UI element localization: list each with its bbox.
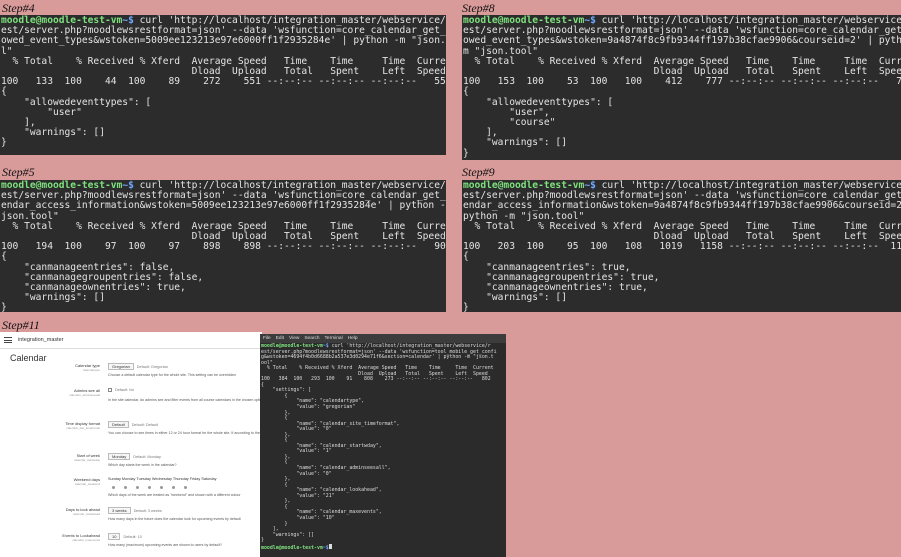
setting-row: Admins see all calendar_adminseesall Defau… <box>0 388 262 418</box>
output-line: "course" <box>463 117 556 129</box>
menu-item-file[interactable]: File <box>263 336 271 341</box>
setting-name: Days to look ahead calendar_lookahead <box>18 507 100 517</box>
menu-item-search[interactable]: Search <box>304 336 319 341</box>
step-11-label: Step#11 <box>2 318 40 332</box>
setting-select[interactable]: 10 <box>108 533 121 540</box>
setting-row: Weekend days calendar_weekend Sunday Monda… <box>0 477 262 507</box>
setting-key: calendar_site_timeformat <box>66 426 100 430</box>
setting-row: Time display format calendar_site_timefor… <box>0 421 262 451</box>
setting-key: calendar_maxevents <box>72 538 100 542</box>
setting-name: Admins see all calendar_adminseesall <box>18 388 100 398</box>
output-line: } <box>1 302 7 312</box>
setting-key: calendar_startwday <box>73 458 100 462</box>
setting-default: Default: 10 <box>123 534 142 539</box>
terminal-step-5[interactable]: moodle@moodle-test-vm~$ curl 'http://loc… <box>0 180 446 312</box>
step-5-label: Step#5 <box>2 165 35 179</box>
output-line: 100 203 100 95 100 108 1019 1158 --:--:-… <box>463 241 901 253</box>
setting-control: Sunday Monday Tuesday Wednesday Thursday… <box>108 477 217 481</box>
setting-default: Default: No <box>115 388 134 392</box>
setting-name: Calendar type calendartype <box>18 363 100 373</box>
setting-control: Monday Default: Monday <box>108 453 161 460</box>
setting-control: Default Default: Default <box>108 421 158 428</box>
setting-description: Which day starts the week in the calenda… <box>108 463 177 467</box>
setting-key: calendar_weekend <box>74 482 100 486</box>
menu-item-view[interactable]: View <box>289 336 299 341</box>
terminal-cursor <box>328 543 332 549</box>
setting-name: Events to Lookahead calendar_maxevents <box>18 533 100 543</box>
setting-key: calendar_adminseesall <box>69 393 100 397</box>
output-line: "warnings": [] <box>1 292 105 304</box>
weekday-checkboxes[interactable] <box>112 486 187 489</box>
terminal-step-4[interactable]: moodle@moodle-test-vm~$ curl 'http://loc… <box>0 15 446 155</box>
setting-row: Events to Lookahead calendar_maxevents 10 D… <box>0 533 262 557</box>
output-line: } <box>1 137 7 149</box>
setting-select[interactable]: Default <box>108 421 129 428</box>
terminal-step-8[interactable]: moodle@moodle-test-vm~$ curl 'http://loc… <box>462 15 901 160</box>
weekday-checkbox[interactable] <box>112 486 115 489</box>
setting-key: calendar_lookahead <box>72 512 100 516</box>
setting-description: How many (maximum) upcoming events are s… <box>108 543 223 547</box>
setting-default: Default: Gregorian <box>136 364 168 369</box>
output-line: } <box>463 302 469 312</box>
site-name-link[interactable]: integration_master <box>18 337 64 343</box>
weekday-checkbox[interactable] <box>184 486 187 489</box>
weekday-checkbox[interactable] <box>160 486 163 489</box>
menu-item-terminal[interactable]: Terminal <box>325 336 343 341</box>
weekday-checkbox[interactable] <box>148 486 151 489</box>
setting-name: Start of week calendar_startwday <box>18 453 100 463</box>
setting-description: In the site calendar, do admins see and … <box>108 398 262 402</box>
setting-description: Choose a default calendar type for the w… <box>108 373 236 377</box>
output-line: "warnings": [] <box>1 127 105 139</box>
setting-description: How many days in the future does the cal… <box>108 517 241 521</box>
output-line: 100 194 100 97 100 97 898 898 --:--:-- -… <box>1 241 446 253</box>
setting-control: Default: No <box>108 388 134 392</box>
setting-control: 10 Default: 10 <box>108 533 142 540</box>
weekday-checkbox[interactable] <box>124 486 127 489</box>
terminal-menubar: File Edit View Search Terminal Help <box>260 334 506 343</box>
setting-control: Gregorian Default: Gregorian <box>108 363 168 370</box>
step-9-label: Step#9 <box>462 165 495 179</box>
weekday-labels: Sunday Monday Tuesday Wednesday Thursday… <box>108 477 217 481</box>
setting-checkbox[interactable] <box>108 388 112 392</box>
hamburger-menu-icon[interactable] <box>4 337 12 343</box>
setting-default: Default: Default <box>131 422 158 427</box>
command-continuation: owed_event_types&wstoken=5009ee123213e97… <box>1 35 446 47</box>
setting-select[interactable]: Monday <box>108 453 131 460</box>
moodle-navbar: integration_master <box>0 332 262 349</box>
weekday-checkbox[interactable] <box>136 486 139 489</box>
menu-item-help[interactable]: Help <box>348 336 358 341</box>
output-line: "user" <box>1 106 82 118</box>
step-8-label: Step#8 <box>462 1 495 15</box>
setting-description: You can choose to see times in either 12… <box>108 431 262 435</box>
output-line: "warnings": [] <box>463 292 567 304</box>
setting-default: Default: 3 weeks <box>133 508 162 513</box>
terminal-step-9[interactable]: moodle@moodle-test-vm~$ curl 'http://loc… <box>462 180 901 312</box>
menu-item-edit[interactable]: Edit <box>276 336 284 341</box>
output-line: 100 153 100 53 100 100 412 777 --:--:-- … <box>463 76 901 88</box>
setting-name: Time display format calendar_site_timefor… <box>18 421 100 431</box>
terminal-step-11[interactable]: File Edit View Search Terminal Help moodle@mo… <box>260 334 506 557</box>
output-line: } <box>463 147 469 159</box>
page-title: Calendar <box>10 353 47 363</box>
terminal-output: moodle@moodle-test-vm~$ curl 'http://loc… <box>260 343 506 551</box>
setting-default: Default: Monday <box>133 454 161 459</box>
setting-name: Weekend days calendar_weekend <box>18 477 100 487</box>
output-line: 100 133 100 44 100 89 272 551 --:--:-- -… <box>1 76 446 88</box>
command-line: moodle@moodle-test-vm~$ <box>261 543 506 552</box>
command-continuation: endar_access_information&wstoken=5009ee1… <box>1 200 446 212</box>
prompt-user: moodle@moodle-test-vm <box>261 544 323 551</box>
setting-select[interactable]: Gregorian <box>108 363 134 370</box>
moodle-browser-window: integration_master Calendar Calendar typ… <box>0 332 262 557</box>
output-line: "warnings": [] <box>463 137 567 149</box>
setting-select[interactable]: 3 weeks <box>108 507 131 514</box>
setting-key: calendartype <box>82 368 100 372</box>
output-line: 100 384 100 293 100 91 808 273 --:--:-- … <box>261 376 491 383</box>
setting-description: Which days of the week are treated as "w… <box>108 493 241 497</box>
weekday-checkbox[interactable] <box>172 486 175 489</box>
step-4-label: Step#4 <box>2 1 35 15</box>
command-continuation: g&wstoken=4694f4b0d6688b2a537e3d0294e71f… <box>261 354 494 361</box>
setting-control: 3 weeks Default: 3 weeks <box>108 507 162 514</box>
